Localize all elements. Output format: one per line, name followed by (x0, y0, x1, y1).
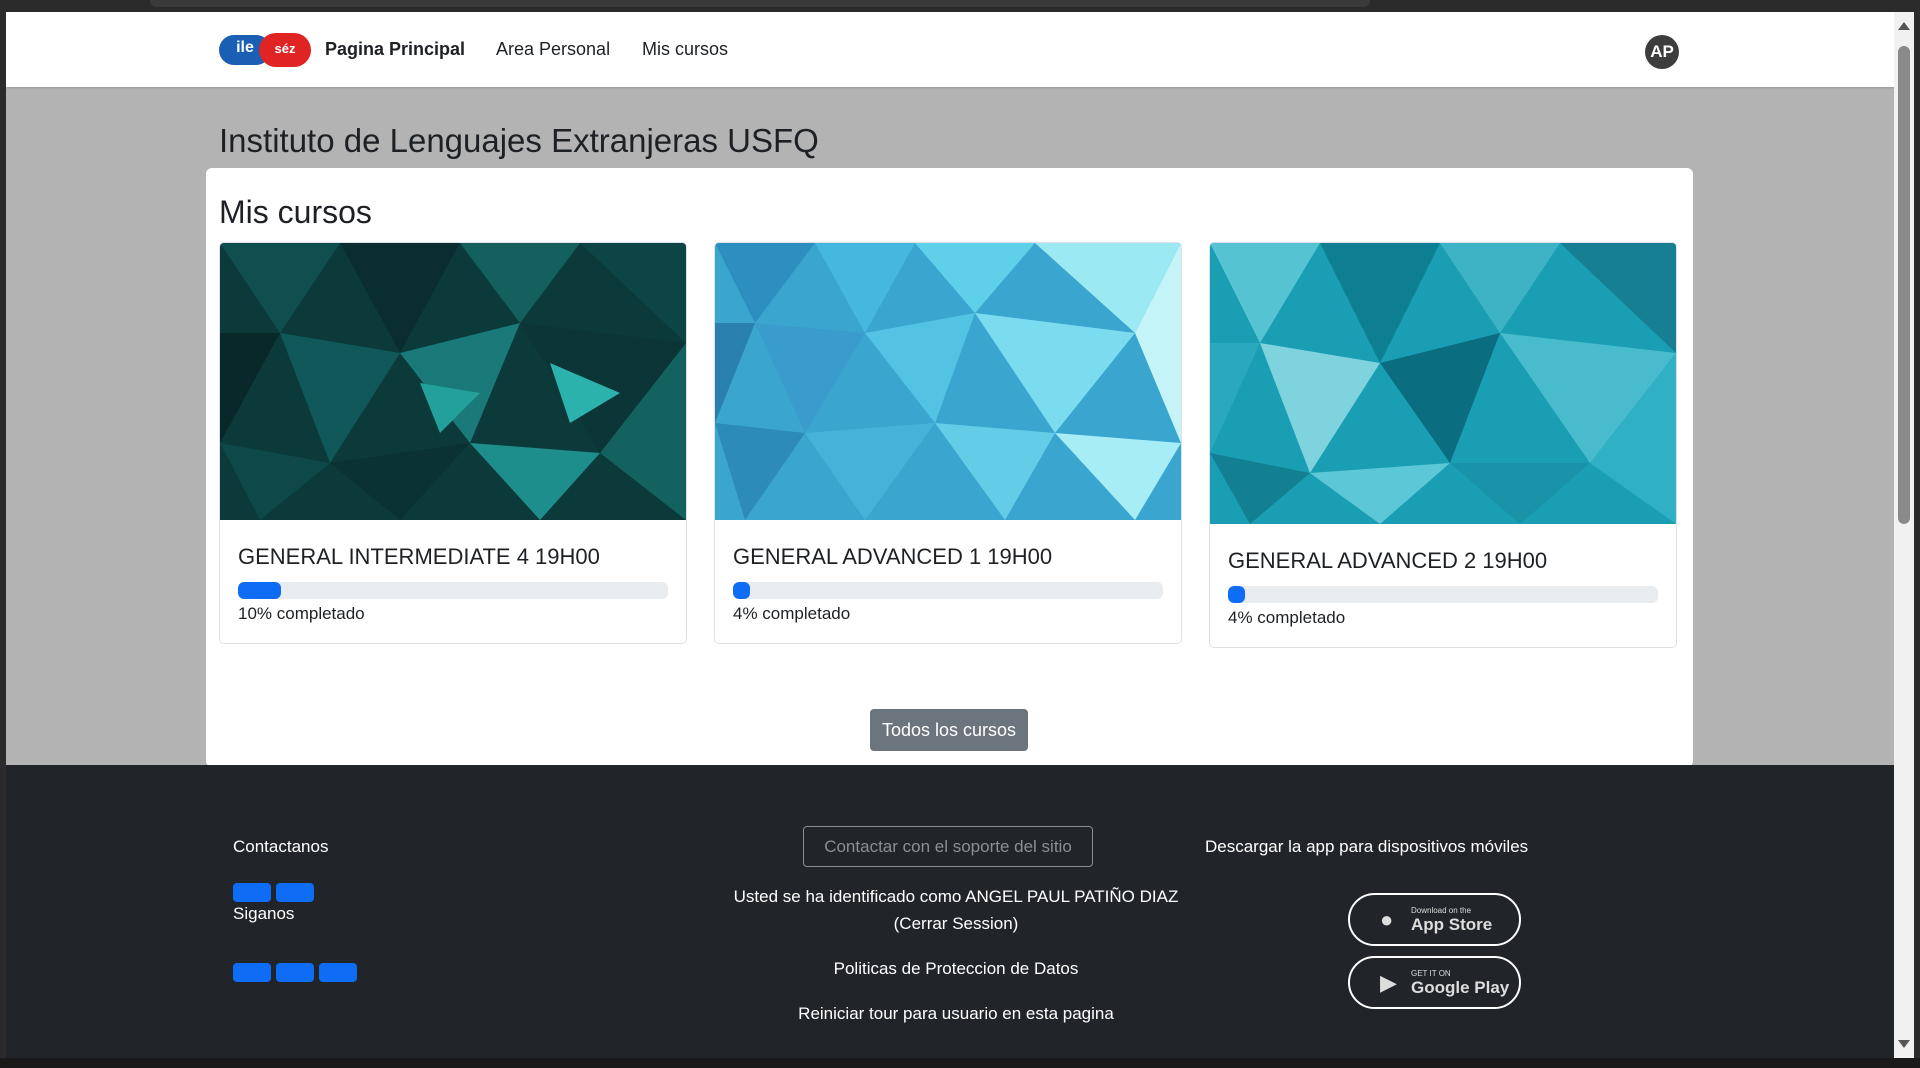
scroll-down-icon[interactable] (1898, 1040, 1910, 1048)
app-store-badge[interactable]: ● Download on the App Store (1348, 893, 1521, 946)
google-play-small-text: GET IT ON (1411, 969, 1451, 978)
footer-follow-label: Siganos (233, 904, 295, 923)
course-progress-bar (238, 582, 668, 599)
course-progress-fill (238, 582, 281, 599)
nav-area-personal-link[interactable]: Area Personal (496, 39, 610, 60)
course-card[interactable]: GENERAL ADVANCED 2 19H00 4% completado (1209, 242, 1677, 648)
course-card[interactable]: GENERAL INTERMEDIATE 4 19H00 10% complet… (219, 242, 687, 644)
google-play-big-text: Google Play (1411, 978, 1510, 997)
browser-tab-bar (150, 0, 1370, 7)
social-link-icon[interactable] (276, 963, 314, 982)
page-title: Instituto de Lenguajes Extranjeras USFQ (219, 122, 819, 159)
app-store-small-text: Download on the (1411, 906, 1472, 915)
contact-link-icon[interactable] (276, 883, 314, 902)
footer-contact-label: Contactanos (233, 837, 329, 856)
scrollbar-thumb[interactable] (1898, 46, 1910, 524)
nav-home-link[interactable]: Pagina Principal (325, 39, 465, 60)
course-progress-text: 4% completado (733, 604, 851, 623)
app-download-label: Descargar la app para dispositivos móvil… (1205, 837, 1529, 856)
contact-link-icon[interactable] (233, 883, 271, 902)
user-avatar[interactable]: AP (1645, 35, 1679, 69)
follow-social-links (233, 963, 362, 982)
logged-in-user-text: Usted se ha identificado como ANGEL PAUL… (733, 887, 1179, 906)
my-courses-panel: Mis cursos GENERAL INTERMEDIATE 4 19H00 (206, 168, 1693, 767)
page-footer: Contactanos Siganos Contactar con el sop… (6, 765, 1894, 1058)
logo-sez: séz (259, 33, 311, 67)
logout-link[interactable]: (Cerrar Session) (894, 914, 1019, 933)
course-image (220, 243, 686, 520)
course-progress-fill (1228, 586, 1246, 603)
course-image (715, 243, 1181, 520)
top-navbar: ile séz Pagina Principal Area Personal M… (6, 12, 1894, 87)
privacy-policy-link[interactable]: Politicas de Proteccion de Datos (696, 955, 1216, 982)
my-courses-title: Mis cursos (219, 194, 372, 230)
scroll-up-icon[interactable] (1898, 22, 1910, 30)
course-progress-bar (1228, 586, 1658, 603)
course-progress-text: 4% completado (1228, 608, 1346, 627)
reset-tour-link[interactable]: Reiniciar tour para usuario en esta pagi… (696, 1000, 1216, 1027)
course-name[interactable]: GENERAL ADVANCED 2 19H00 (1228, 548, 1658, 574)
course-name[interactable]: GENERAL ADVANCED 1 19H00 (733, 544, 1163, 570)
course-name[interactable]: GENERAL INTERMEDIATE 4 19H00 (238, 544, 668, 570)
course-progress-bar (733, 582, 1163, 599)
course-progress-fill (733, 582, 751, 599)
social-link-icon[interactable] (233, 963, 271, 982)
page-viewport: ile séz Pagina Principal Area Personal M… (6, 12, 1894, 1058)
logged-in-text: Usted se ha identificado como ANGEL PAUL… (696, 883, 1216, 937)
contact-social-links (233, 883, 319, 902)
app-store-big-text: App Store (1411, 915, 1493, 934)
browser-bottom-strip (0, 1058, 1920, 1068)
course-card[interactable]: GENERAL ADVANCED 1 19H00 4% completado (714, 242, 1182, 644)
page-scrollbar[interactable] (1894, 12, 1914, 1058)
course-progress-text: 10% completado (238, 604, 365, 623)
apple-icon: ● (1380, 907, 1394, 932)
nav-mis-cursos-link[interactable]: Mis cursos (642, 39, 728, 60)
course-image (1210, 243, 1676, 524)
all-courses-button[interactable]: Todos los cursos (870, 709, 1028, 751)
google-play-icon: ▶ (1380, 970, 1397, 995)
site-logo[interactable]: ile séz (219, 32, 312, 68)
social-link-icon[interactable] (319, 963, 357, 982)
browser-top-strip (0, 0, 1920, 12)
google-play-badge[interactable]: ▶ GET IT ON Google Play (1348, 956, 1521, 1009)
contact-support-button[interactable]: Contactar con el soporte del sitio (803, 826, 1093, 867)
